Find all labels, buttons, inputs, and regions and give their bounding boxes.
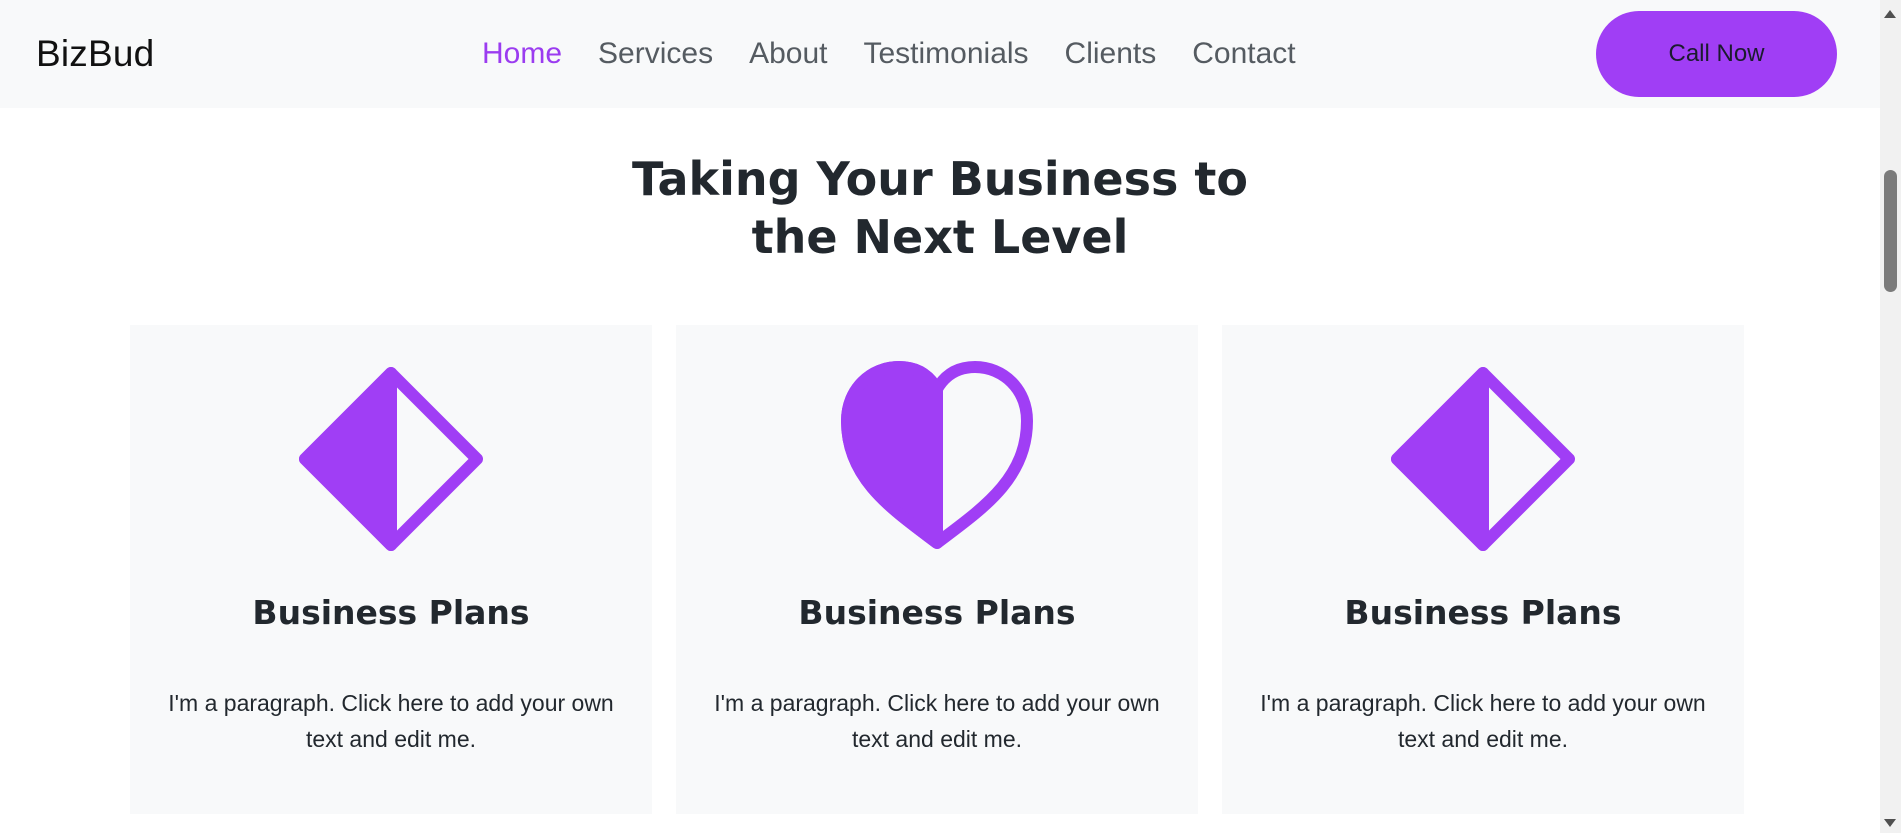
page-scrollbar[interactable] bbox=[1880, 0, 1901, 833]
service-cards: Business Plans I'm a paragraph. Click he… bbox=[130, 325, 1744, 814]
card-text: I'm a paragraph. Click here to add your … bbox=[168, 690, 614, 752]
half-diamond-icon bbox=[299, 367, 483, 551]
half-heart-icon bbox=[841, 361, 1033, 549]
nav-link-home[interactable]: Home bbox=[482, 37, 562, 71]
nav-links: Home Services About Testimonials Clients… bbox=[482, 0, 1332, 108]
half-diamond-icon bbox=[1391, 367, 1575, 551]
scroll-up-arrow-icon[interactable] bbox=[1884, 10, 1896, 18]
scroll-down-arrow-icon[interactable] bbox=[1884, 819, 1896, 827]
section-title-line1: Taking Your Business to bbox=[632, 152, 1248, 206]
nav-link-testimonials[interactable]: Testimonials bbox=[863, 37, 1028, 71]
card-title: Business Plans bbox=[1344, 593, 1622, 632]
service-card: Business Plans I'm a paragraph. Click he… bbox=[130, 325, 652, 814]
nav-link-about[interactable]: About bbox=[749, 37, 827, 71]
service-card: Business Plans I'm a paragraph. Click he… bbox=[1222, 325, 1744, 814]
card-text: I'm a paragraph. Click here to add your … bbox=[1260, 690, 1706, 752]
card-text: I'm a paragraph. Click here to add your … bbox=[714, 690, 1160, 752]
section-title: Taking Your Business to the Next Level bbox=[0, 150, 1880, 266]
navbar: BizBud Home Services About Testimonials … bbox=[0, 0, 1880, 108]
card-title: Business Plans bbox=[252, 593, 530, 632]
section-title-line2: the Next Level bbox=[751, 210, 1129, 264]
nav-link-clients[interactable]: Clients bbox=[1065, 37, 1157, 71]
brand-logo[interactable]: BizBud bbox=[36, 33, 154, 75]
service-card: Business Plans I'm a paragraph. Click he… bbox=[676, 325, 1198, 814]
call-now-button[interactable]: Call Now bbox=[1596, 11, 1837, 97]
scrollbar-thumb[interactable] bbox=[1884, 170, 1897, 292]
nav-link-contact[interactable]: Contact bbox=[1192, 37, 1295, 71]
nav-link-services[interactable]: Services bbox=[598, 37, 713, 71]
card-title: Business Plans bbox=[798, 593, 1076, 632]
